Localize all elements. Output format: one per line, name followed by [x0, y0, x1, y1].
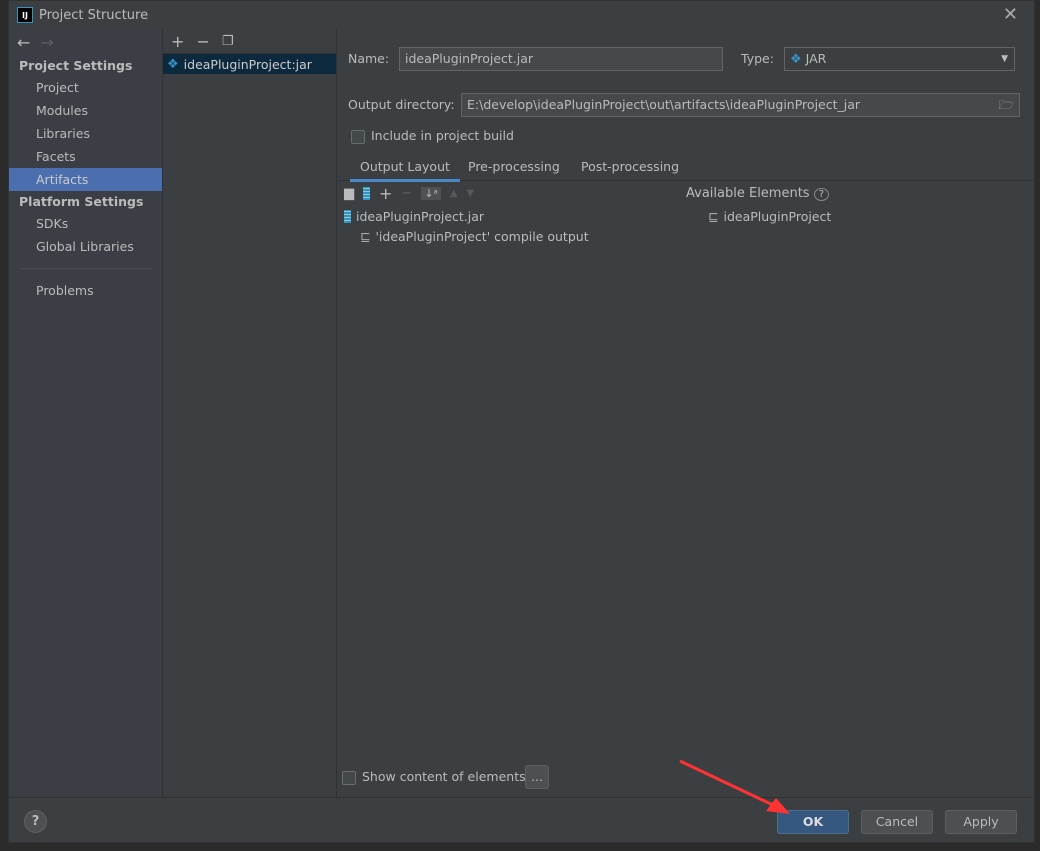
copy-icon[interactable]: ❐ [222, 34, 234, 49]
available-elements-label: Available Elements ? [686, 186, 830, 201]
archive-icon[interactable] [363, 186, 370, 200]
window-title: Project Structure [39, 7, 149, 23]
intellij-logo-icon: IJ [17, 7, 33, 23]
include-label: Include in project build [371, 128, 514, 143]
tree-root-label: ideaPluginProject.jar [356, 209, 485, 224]
tree-root-jar[interactable]: ideaPluginProject.jar [344, 209, 484, 224]
forward-arrow-icon[interactable]: → [40, 33, 53, 52]
output-directory-label: Output directory: [348, 97, 455, 112]
move-up-icon[interactable]: ▲ [450, 188, 458, 199]
sidebar-item-sdks[interactable]: SDKs [9, 212, 162, 235]
artifact-list-panel: + − ❐ ❖ ideaPluginProject:jar [162, 29, 337, 797]
tree-item-compile-output[interactable]: ⊑ 'ideaPluginProject' compile output [360, 229, 589, 244]
show-content-label: Show content of elements [362, 769, 526, 784]
cancel-button[interactable]: Cancel [861, 810, 933, 834]
new-folder-icon[interactable]: ▆ [344, 186, 354, 201]
tab-pre-processing[interactable]: Pre-processing [468, 159, 560, 174]
more-options-button[interactable]: ... [525, 765, 549, 789]
sidebar-item-global-libraries[interactable]: Global Libraries [9, 235, 162, 258]
artifact-list-item[interactable]: ❖ ideaPluginProject:jar [163, 54, 336, 74]
sidebar-item-project[interactable]: Project [9, 76, 162, 99]
available-item[interactable]: ⊑ ideaPluginProject [708, 209, 831, 224]
ok-button[interactable]: OK [777, 810, 849, 834]
name-label: Name: [348, 51, 390, 66]
sidebar: ← → Project Settings Project Modules Libr… [9, 29, 162, 797]
sidebar-item-artifacts[interactable]: Artifacts [9, 168, 162, 191]
module-icon: ⊑ [708, 209, 719, 224]
tab-bar: Output Layout Pre-processing Post-proces… [338, 153, 1034, 182]
help-button[interactable]: ? [24, 810, 47, 833]
output-directory-value: E:\develop\ideaPluginProject\out\artifac… [467, 97, 861, 112]
type-select[interactable]: ❖ JAR ▼ [784, 47, 1015, 71]
output-directory-input[interactable]: E:\develop\ideaPluginProject\out\artifac… [461, 93, 1020, 117]
layout-toolbar: ▆ + − ↓ᵃ ▲ ▼ Available Elements ? [338, 181, 1034, 205]
type-value: JAR [805, 51, 827, 66]
tree-child-label: 'ideaPluginProject' compile output [375, 229, 589, 244]
available-item-label: ideaPluginProject [723, 209, 832, 224]
sort-icon[interactable]: ↓ᵃ [421, 186, 441, 200]
artifact-name: ideaPluginProject:jar [183, 56, 312, 72]
show-content-checkbox[interactable]: Show content of elements [342, 769, 526, 785]
move-down-icon[interactable]: ▼ [467, 188, 475, 199]
remove-icon[interactable]: − [401, 186, 412, 201]
artifact-details: Name: ideaPluginProject.jar Type: ❖ JAR … [338, 29, 1034, 797]
button-bar: ? OK Cancel Apply [9, 797, 1034, 844]
section-project-settings: Project Settings [19, 58, 133, 73]
module-output-icon: ⊑ [360, 229, 371, 244]
help-icon[interactable]: ? [813, 187, 830, 201]
project-structure-dialog: IJ Project Structure ✕ ← → Project Settin… [8, 0, 1035, 843]
jar-icon: ❖ [790, 52, 802, 67]
close-icon[interactable]: ✕ [1003, 4, 1018, 25]
apply-button[interactable]: Apply [945, 810, 1017, 834]
artifact-icon: ❖ [167, 56, 179, 72]
sidebar-item-libraries[interactable]: Libraries [9, 122, 162, 145]
sidebar-item-facets[interactable]: Facets [9, 145, 162, 168]
remove-icon[interactable]: − [196, 32, 209, 51]
sidebar-item-problems[interactable]: Problems [9, 279, 162, 302]
type-label: Type: [741, 51, 774, 66]
name-input[interactable]: ideaPluginProject.jar [399, 47, 723, 71]
divider [19, 268, 152, 269]
tab-output-layout[interactable]: Output Layout [350, 159, 460, 182]
jar-file-icon [344, 210, 351, 223]
chevron-down-icon: ▼ [1001, 54, 1008, 64]
sidebar-item-modules[interactable]: Modules [9, 99, 162, 122]
tab-post-processing[interactable]: Post-processing [581, 159, 679, 174]
folder-icon[interactable]: 🗁 [998, 94, 1014, 116]
include-in-build-checkbox[interactable]: Include in project build [351, 128, 514, 144]
title-bar: IJ Project Structure ✕ [9, 1, 1034, 29]
back-arrow-icon[interactable]: ← [17, 33, 30, 52]
add-icon[interactable]: + [171, 32, 184, 51]
add-icon[interactable]: + [379, 184, 392, 203]
section-platform-settings: Platform Settings [19, 194, 144, 209]
